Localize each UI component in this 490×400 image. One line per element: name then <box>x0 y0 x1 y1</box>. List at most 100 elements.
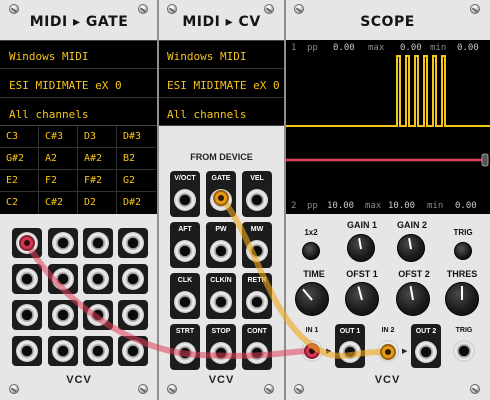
jack-icon <box>16 304 38 326</box>
port-label: CLK <box>177 277 193 284</box>
trig-input-port[interactable] <box>453 340 475 362</box>
gain2-knob[interactable] <box>397 234 425 262</box>
note-label: D2 <box>84 197 97 208</box>
midi-channel-select[interactable]: All channels <box>158 99 285 127</box>
note-cell[interactable]: C#2 <box>39 192 78 214</box>
gate-output-port[interactable] <box>48 300 78 330</box>
note-cell[interactable]: F#2 <box>78 170 117 192</box>
note-cell[interactable]: G#2 <box>0 148 39 170</box>
note-cell[interactable]: G2 <box>117 170 156 192</box>
x1x2-button[interactable] <box>302 242 320 260</box>
in1-input-port[interactable] <box>301 340 323 362</box>
midi-channel-select[interactable]: All channels <box>0 99 158 127</box>
jack-icon <box>16 268 38 290</box>
v-oct-output-port[interactable]: V/OCT <box>170 171 200 217</box>
gate-output-port[interactable] <box>12 264 42 294</box>
port-label: STRT <box>175 328 195 335</box>
stop-output-port[interactable]: STOP <box>206 324 236 370</box>
midi-gate-module: MIDI ▸ GATE Windows MIDI ESI MIDIMATE eX… <box>0 0 158 400</box>
gate-output-port[interactable] <box>12 300 42 330</box>
midi-driver-label: Windows MIDI <box>9 50 89 63</box>
module-title: SCOPE <box>360 14 415 30</box>
jack-icon <box>52 340 74 362</box>
screw-icon <box>9 4 19 14</box>
gate-output-port[interactable] <box>48 336 78 366</box>
jack-icon <box>52 304 74 326</box>
gate-output-port[interactable] <box>48 264 78 294</box>
midi-device-select[interactable]: ESI MIDIMATE eX 0 <box>0 70 158 98</box>
aftertouch-output-port[interactable]: AFT <box>170 222 200 268</box>
note-cell[interactable]: D2 <box>78 192 117 214</box>
continue-output-port[interactable]: CONT <box>242 324 272 370</box>
note-cell[interactable]: B2 <box>117 148 156 170</box>
gate-output-port[interactable] <box>83 264 113 294</box>
gain1-knob[interactable] <box>347 234 375 262</box>
trig-input-label: TRIG <box>455 327 473 334</box>
note-cell[interactable]: C#3 <box>39 126 78 148</box>
gate-output-port[interactable] <box>118 300 148 330</box>
trigger-marker-icon[interactable] <box>481 153 489 167</box>
jack-icon <box>210 291 232 313</box>
jack-icon <box>16 232 38 254</box>
start-output-port[interactable]: STRT <box>170 324 200 370</box>
gate-output-port[interactable] <box>118 336 148 366</box>
note-label: E2 <box>6 175 19 186</box>
jack-icon <box>122 232 144 254</box>
note-cell[interactable]: D#2 <box>117 192 156 214</box>
gain1-label: GAIN 1 <box>346 220 377 230</box>
clock-output-port[interactable]: CLK <box>170 273 200 319</box>
gate-output-port[interactable] <box>83 228 113 258</box>
note-label: C2 <box>6 197 19 208</box>
jack-icon <box>339 341 361 363</box>
gate-output-port[interactable]: GATE <box>206 171 236 217</box>
out1-output-port[interactable]: OUT 1 <box>335 324 365 368</box>
note-cell[interactable]: E2 <box>0 170 39 192</box>
note-cell[interactable]: D3 <box>78 126 117 148</box>
midi-device-label: ESI MIDIMATE eX 0 <box>167 79 280 92</box>
gate-output-port[interactable] <box>83 300 113 330</box>
note-cell[interactable]: D#3 <box>117 126 156 148</box>
in2-label: IN 2 <box>381 327 395 334</box>
offset2-knob[interactable] <box>396 282 430 316</box>
clock-divided-output-port[interactable]: CLK/N <box>206 273 236 319</box>
jack-icon <box>87 340 109 362</box>
threshold-knob[interactable] <box>445 282 479 316</box>
gate-output-port[interactable] <box>48 228 78 258</box>
trace-1 <box>285 55 490 127</box>
screw-icon <box>138 4 148 14</box>
note-cell[interactable]: A2 <box>39 148 78 170</box>
gate-output-port[interactable] <box>12 228 42 258</box>
jack-icon <box>122 340 144 362</box>
note-cell[interactable]: F2 <box>39 170 78 192</box>
jack-icon <box>174 189 196 211</box>
gate-output-port[interactable] <box>83 336 113 366</box>
trig-mode-button[interactable] <box>454 242 472 260</box>
note-label: D#2 <box>123 197 142 208</box>
port-label: PW <box>215 226 227 233</box>
gate-output-port[interactable] <box>118 228 148 258</box>
pitch-wheel-output-port[interactable]: PW <box>206 222 236 268</box>
velocity-output-port[interactable]: VEL <box>242 171 272 217</box>
midi-driver-select[interactable]: Windows MIDI <box>158 41 285 69</box>
jack-icon <box>122 304 144 326</box>
note-cell[interactable]: A#2 <box>78 148 117 170</box>
gate-output-port[interactable] <box>118 264 148 294</box>
jack-icon <box>174 342 196 364</box>
port-label: AFT <box>178 226 192 233</box>
retrigger-output-port[interactable]: RETR <box>242 273 272 319</box>
midi-device-select[interactable]: ESI MIDIMATE eX 0 <box>158 70 285 98</box>
module-divider <box>284 0 286 400</box>
offset1-knob[interactable] <box>345 282 379 316</box>
midi-driver-select[interactable]: Windows MIDI <box>0 41 158 69</box>
gate-output-port[interactable] <box>12 336 42 366</box>
out1-label: OUT 1 <box>339 328 361 335</box>
port-label: VEL <box>250 175 264 182</box>
jack-icon <box>210 240 232 262</box>
port-label: CLK/N <box>210 277 232 284</box>
note-cell[interactable]: C3 <box>0 126 39 148</box>
out2-output-port[interactable]: OUT 2 <box>411 324 441 368</box>
mod-wheel-output-port[interactable]: MW <box>242 222 272 268</box>
time-knob[interactable] <box>295 282 329 316</box>
in2-input-port[interactable] <box>377 340 399 362</box>
note-cell[interactable]: C2 <box>0 192 39 214</box>
